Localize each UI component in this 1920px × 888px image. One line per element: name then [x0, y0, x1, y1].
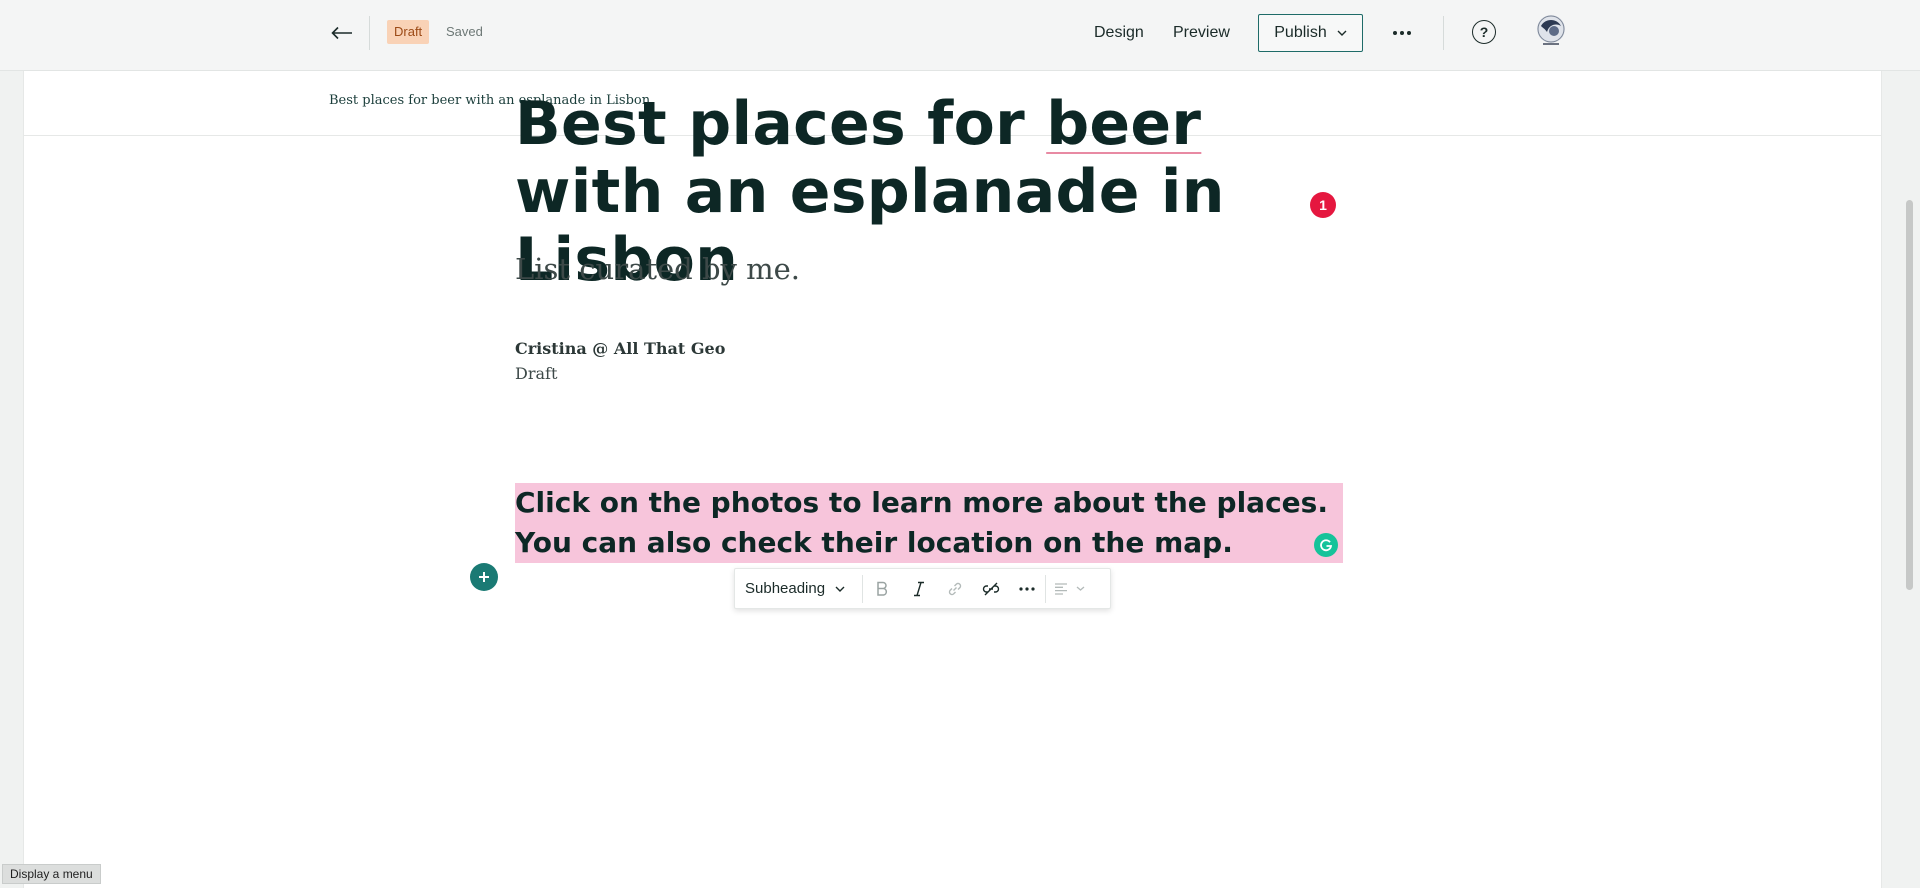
unlink-icon [982, 582, 1000, 595]
divider [369, 16, 370, 50]
help-button[interactable]: ? [1472, 20, 1496, 44]
chevron-down-icon [1076, 586, 1084, 591]
ellipsis-icon [1400, 31, 1404, 35]
story-subtitle[interactable]: List curated by me. [515, 252, 800, 286]
ellipsis-icon [1393, 31, 1397, 35]
status-badge: Draft [387, 20, 430, 44]
tooltip: Display a menu [2, 864, 101, 884]
grammarly-button[interactable] [1314, 533, 1338, 557]
divider [1443, 16, 1444, 50]
ellipsis-icon [1407, 31, 1411, 35]
more-formatting-button[interactable] [1009, 569, 1045, 608]
bold-button[interactable] [863, 569, 901, 608]
question-circle-icon: ? [1479, 24, 1489, 40]
block-style-dropdown[interactable]: Subheading [735, 569, 862, 608]
back-button[interactable] [327, 18, 357, 48]
top-bar: Draft Saved Design Preview Publish ? [0, 0, 1920, 71]
design-button[interactable]: Design [1094, 20, 1144, 46]
chevron-down-icon [835, 586, 845, 592]
alignment-dropdown[interactable] [1046, 569, 1092, 608]
user-avatar-icon [1537, 15, 1565, 45]
formatting-toolbar: Subheading [734, 568, 1111, 609]
scrollbar[interactable] [1906, 200, 1913, 590]
title-text: Best places for [515, 89, 1047, 159]
story-status: Draft [515, 364, 558, 383]
more-icon [1019, 586, 1035, 591]
unlink-button[interactable] [973, 569, 1009, 608]
block-style-label: Subheading [745, 580, 826, 597]
avatar[interactable] [1535, 14, 1567, 48]
plus-icon [479, 572, 489, 582]
link-button[interactable] [937, 569, 973, 608]
link-icon [948, 582, 962, 595]
arrow-left-icon [331, 26, 352, 40]
spell-flagged-word[interactable]: beer [1046, 89, 1201, 159]
grammarly-icon [1320, 539, 1333, 552]
save-status: Saved [446, 24, 483, 39]
more-options-button[interactable] [1387, 18, 1417, 48]
italic-icon [914, 581, 924, 596]
publish-label: Publish [1274, 24, 1327, 41]
bold-icon [877, 581, 888, 596]
chevron-down-icon [1337, 30, 1347, 36]
align-icon [1054, 582, 1067, 595]
publish-button[interactable]: Publish [1258, 14, 1363, 52]
add-block-button[interactable] [470, 563, 498, 591]
preview-button[interactable]: Preview [1173, 20, 1230, 46]
author-name: Cristina @ All That Geo [515, 339, 726, 358]
subheading-block[interactable]: Click on the photos to learn more about … [515, 483, 1345, 563]
italic-button[interactable] [901, 569, 937, 608]
issue-count-badge[interactable]: 1 [1310, 192, 1336, 218]
